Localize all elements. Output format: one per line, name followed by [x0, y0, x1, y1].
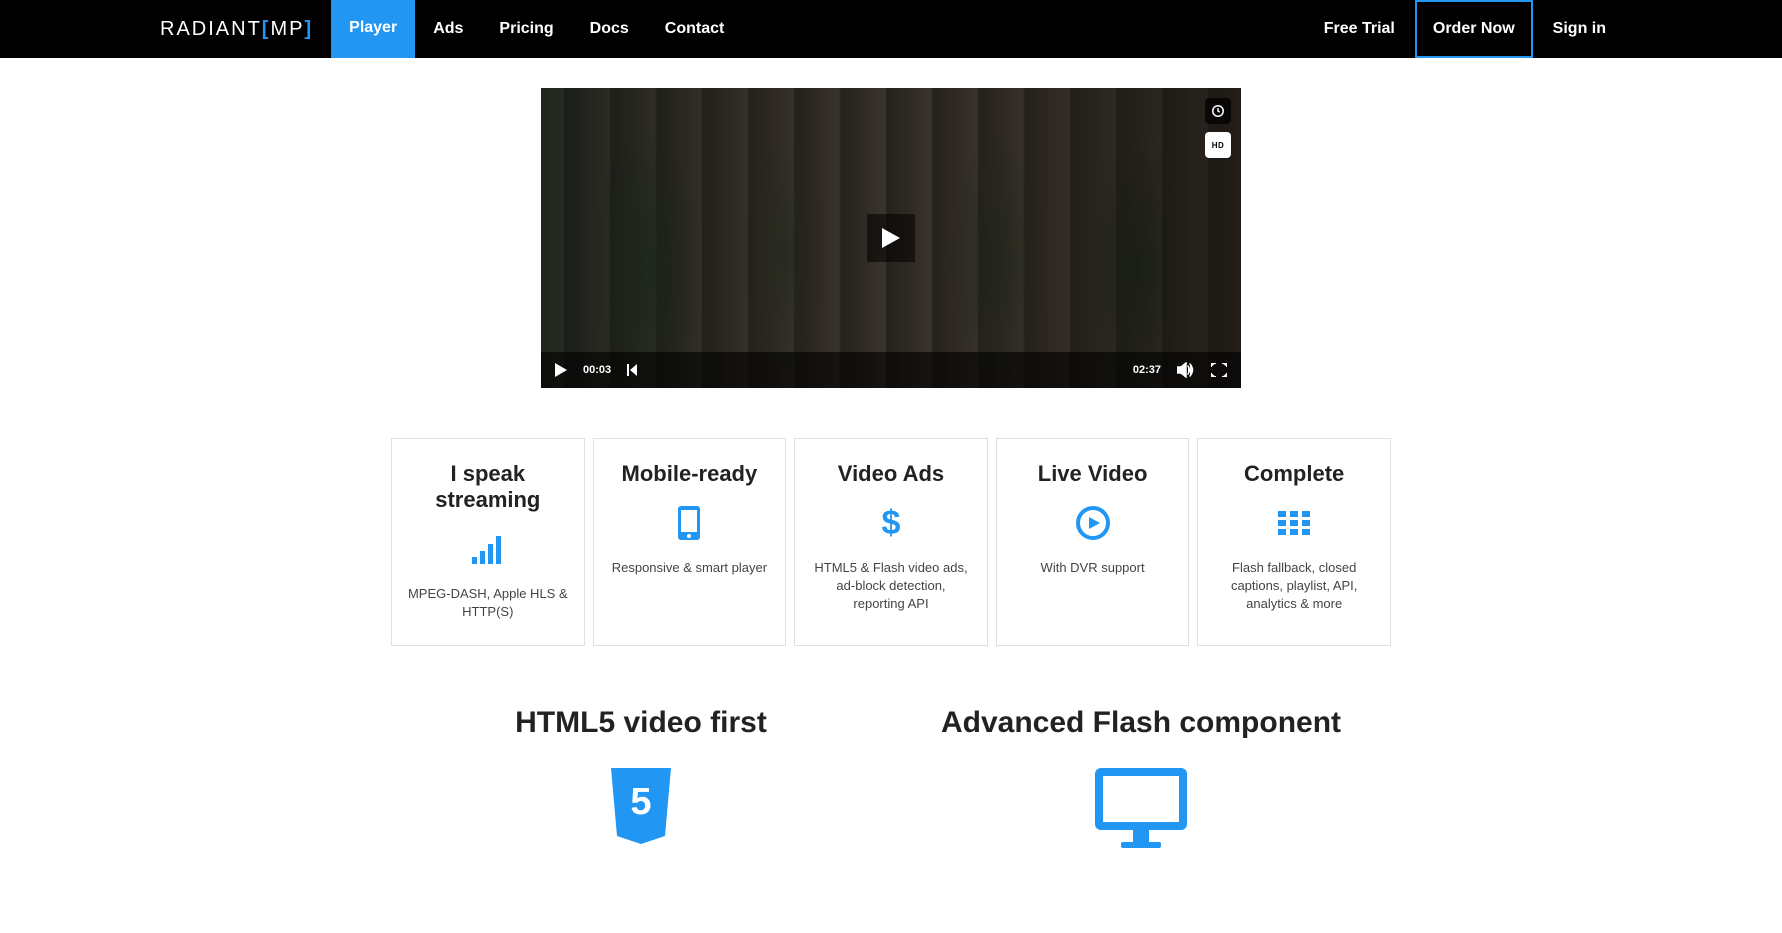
- feature-card-live[interactable]: Live Video With DVR support: [996, 438, 1190, 646]
- html5-title: HTML5 video first: [391, 706, 891, 740]
- feature-title: Mobile-ready: [608, 461, 772, 487]
- clock-icon: [1211, 104, 1225, 118]
- fullscreen-button[interactable]: [1211, 363, 1227, 377]
- grid-icon: [1212, 503, 1376, 543]
- nav-pricing[interactable]: Pricing: [481, 0, 571, 58]
- feature-card-complete[interactable]: Complete Flash fallback, closed captions…: [1197, 438, 1391, 646]
- feature-desc: With DVR support: [1011, 559, 1175, 577]
- bottom-sections: HTML5 video first 5 Advanced Flash compo…: [391, 706, 1391, 855]
- order-now-button[interactable]: Order Now: [1415, 0, 1533, 58]
- feature-card-ads[interactable]: Video Ads $ HTML5 & Flash video ads, ad-…: [794, 438, 988, 646]
- logo-bracket-close: ]: [304, 18, 313, 40]
- svg-text:$: $: [882, 506, 901, 540]
- current-time: 00:03: [583, 364, 611, 376]
- main-nav: Player Ads Pricing Docs Contact: [331, 0, 742, 58]
- play-button-center[interactable]: [867, 214, 915, 262]
- logo-text-suffix: MP: [270, 18, 304, 40]
- flash-title: Advanced Flash component: [891, 706, 1391, 740]
- video-badges: HD: [1205, 98, 1231, 158]
- feature-desc: MPEG-DASH, Apple HLS & HTTP(S): [406, 585, 570, 621]
- rewind-button[interactable]: [627, 364, 643, 376]
- nav-contact[interactable]: Contact: [647, 0, 743, 58]
- play-button[interactable]: [555, 363, 567, 377]
- html5-icon: 5: [391, 768, 891, 855]
- logo-text-main: RADIANT: [160, 18, 262, 40]
- header: RADIANT[MP] Player Ads Pricing Docs Cont…: [0, 0, 1782, 58]
- feature-title: I speak streaming: [406, 461, 570, 513]
- volume-icon: [1177, 362, 1195, 378]
- feature-card-streaming[interactable]: I speak streaming MPEG-DASH, Apple HLS &…: [391, 438, 585, 646]
- flash-section: Advanced Flash component: [891, 706, 1391, 855]
- header-right: Free Trial Order Now Sign in: [1308, 0, 1622, 58]
- html5-section: HTML5 video first 5: [391, 706, 891, 855]
- signal-icon: [406, 529, 570, 569]
- volume-button[interactable]: [1177, 362, 1195, 378]
- desktop-icon: [891, 768, 1391, 855]
- play-circle-icon: [1011, 503, 1175, 543]
- dollar-icon: $: [809, 503, 973, 543]
- video-player[interactable]: HD 00:03 02:37: [541, 88, 1241, 388]
- nav-player[interactable]: Player: [331, 0, 415, 58]
- feature-desc: Responsive & smart player: [608, 559, 772, 577]
- rewind-icon: [627, 364, 643, 376]
- fullscreen-icon: [1211, 363, 1227, 377]
- hd-badge[interactable]: HD: [1205, 132, 1231, 158]
- nav-ads[interactable]: Ads: [415, 0, 481, 58]
- feature-card-mobile[interactable]: Mobile-ready Responsive & smart player: [593, 438, 787, 646]
- free-trial-link[interactable]: Free Trial: [1308, 0, 1411, 58]
- svg-text:5: 5: [630, 781, 651, 823]
- play-icon: [882, 228, 900, 248]
- history-badge[interactable]: [1205, 98, 1231, 124]
- feature-title: Video Ads: [809, 461, 973, 487]
- feature-cards: I speak streaming MPEG-DASH, Apple HLS &…: [391, 438, 1391, 646]
- sign-in-link[interactable]: Sign in: [1537, 0, 1622, 58]
- duration: 02:37: [1133, 364, 1161, 376]
- play-small-icon: [555, 363, 567, 377]
- feature-desc: HTML5 & Flash video ads, ad-block detect…: [809, 559, 973, 614]
- feature-title: Live Video: [1011, 461, 1175, 487]
- feature-desc: Flash fallback, closed captions, playlis…: [1212, 559, 1376, 614]
- mobile-icon: [608, 503, 772, 543]
- nav-docs[interactable]: Docs: [572, 0, 647, 58]
- video-controls: 00:03 02:37: [541, 352, 1241, 388]
- logo[interactable]: RADIANT[MP]: [160, 18, 313, 41]
- feature-title: Complete: [1212, 461, 1376, 487]
